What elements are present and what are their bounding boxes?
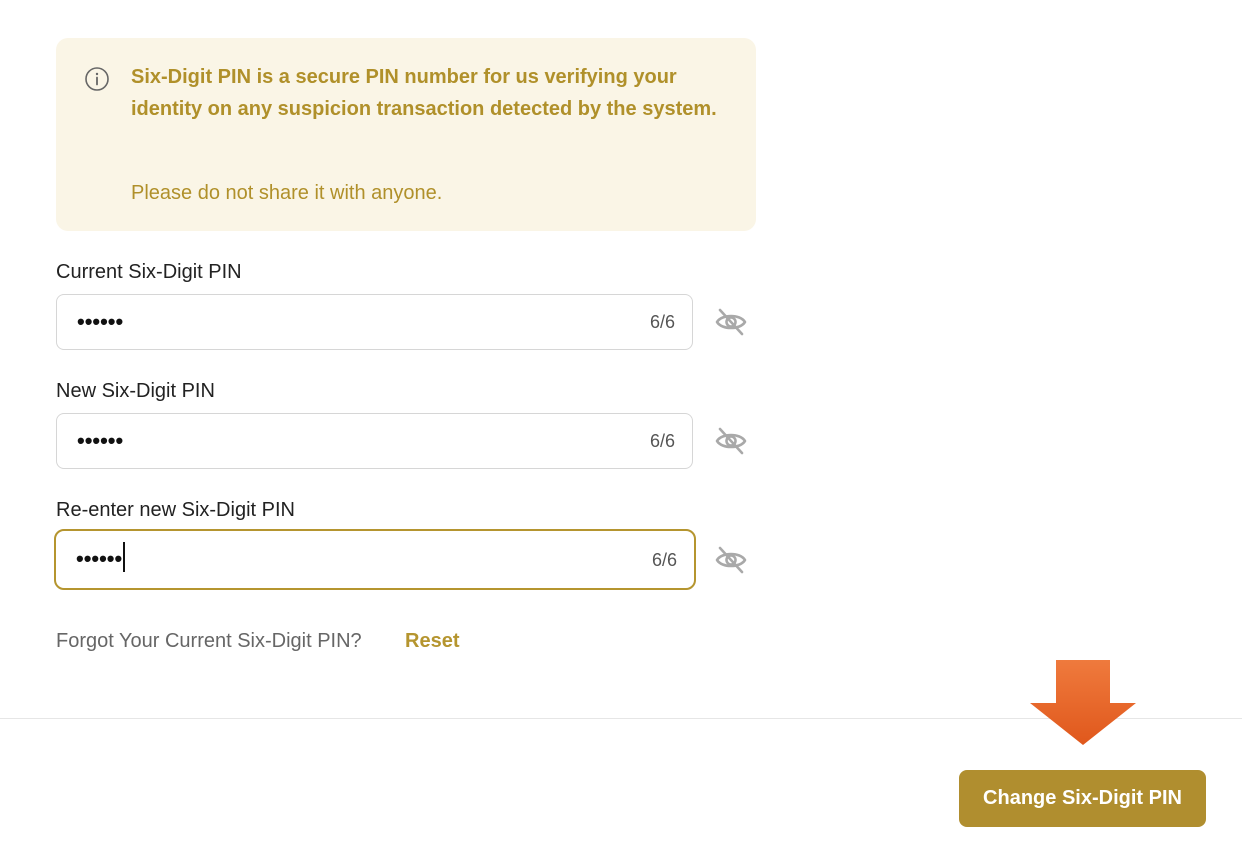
forgot-pin-text: Forgot Your Current Six-Digit PIN?	[56, 630, 362, 652]
info-note: Please do not share it with anyone.	[131, 182, 443, 204]
confirm-pin-value: ••••••	[76, 545, 123, 571]
change-pin-button[interactable]: Change Six-Digit PIN	[959, 770, 1206, 827]
down-arrow-annotation-icon	[1030, 660, 1136, 745]
current-pin-value: ••••••	[77, 309, 124, 334]
eye-off-icon[interactable]	[714, 543, 748, 577]
eye-off-icon[interactable]	[714, 305, 748, 339]
current-pin-input[interactable]: •••••• 6/6	[56, 294, 693, 350]
current-pin-counter: 6/6	[649, 312, 675, 332]
current-pin-label: Current Six-Digit PIN	[56, 261, 242, 283]
eye-off-icon[interactable]	[714, 424, 748, 458]
confirm-pin-value-wrap: ••••••	[76, 541, 126, 575]
change-pin-page: Six-Digit PIN is a secure PIN number for…	[0, 0, 1242, 867]
new-pin-counter: 6/6	[649, 431, 675, 451]
confirm-pin-label: Re-enter new Six-Digit PIN	[56, 499, 295, 521]
confirm-pin-counter: 6/6	[651, 549, 677, 570]
reset-pin-link[interactable]: Reset	[405, 628, 459, 654]
info-circle-icon	[85, 67, 109, 91]
new-pin-label: New Six-Digit PIN	[56, 380, 215, 402]
confirm-pin-input[interactable]: •••••• 6/6	[54, 529, 696, 590]
new-pin-input[interactable]: •••••• 6/6	[56, 413, 693, 469]
new-pin-value: ••••••	[77, 428, 124, 453]
text-caret	[123, 541, 126, 572]
info-message: Six-Digit PIN is a secure PIN number for…	[131, 66, 717, 120]
